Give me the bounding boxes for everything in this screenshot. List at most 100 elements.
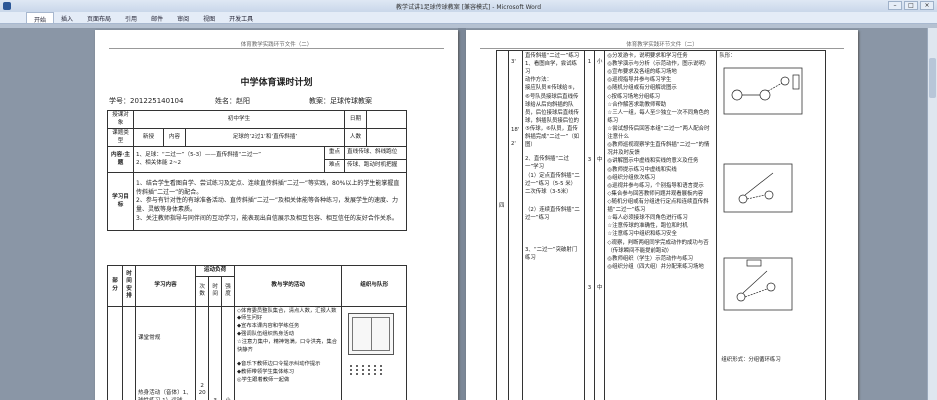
tab-developer[interactable]: 开发工具 <box>222 12 260 23</box>
header-rule <box>109 48 444 49</box>
rm-19: ☆注意练习中组织和练习安全 <box>607 231 677 238</box>
times-b: 20—30 <box>198 390 206 400</box>
study-8: （2）连续直传斜插“二过一”练习 <box>525 206 580 221</box>
object-value: 初中学生 <box>133 109 345 130</box>
num-a-2: 3 <box>587 157 592 164</box>
close-icon[interactable]: × <box>920 1 934 10</box>
r-col-method: ◎分发游卡，说明要求和学习任务 ◎教学演示与分析（示范动作，图示说明） ◎宣布要… <box>604 50 718 400</box>
header-rule-right <box>480 48 844 49</box>
rm-21: ◎教师组织（学生）示范动作与练习 <box>607 255 693 262</box>
col-study: 学习内容 <box>134 265 197 307</box>
vertical-scrollbar[interactable] <box>927 28 937 400</box>
study-warmup: 热身活动（音体）1、球性练习 1）运球跑，踩球，拉球转身 <box>137 390 192 400</box>
page-gutter <box>458 28 466 400</box>
count-label: 人数 <box>344 128 367 148</box>
time-1: 3' <box>511 59 516 65</box>
formation-dots <box>350 364 384 375</box>
tab-home[interactable]: 开始 <box>26 12 55 24</box>
study-4: 接应队员⑥传球给⑤，⑥号队员接球后直线传球给从后向斜插的队员，后位接球后直线传球… <box>525 85 580 149</box>
rm-9: ☆尝试想传后回答本组“二过一”两人配合时注意什么 <box>607 125 710 141</box>
study-5: 2、直传斜插“二过一”学习 <box>525 156 569 171</box>
org-title: 队形： <box>719 53 736 59</box>
rm-17: ☆每人必须接球不同角色进行练习 <box>607 215 688 222</box>
minimize-icon[interactable]: – <box>888 1 902 10</box>
type-label: 课题类型 <box>107 128 134 148</box>
date-label: 日期 <box>344 109 367 130</box>
right-table: 四 3' 18' 2' 直传斜插“二过一”练习 1、看图自学，尝试练习 动作方法… <box>496 50 826 400</box>
time-3: 2' <box>511 141 516 148</box>
tab-references[interactable]: 引用 <box>118 12 144 23</box>
field-diagram <box>348 312 395 355</box>
tab-page-layout[interactable]: 页面布局 <box>80 12 118 23</box>
passing-diagram-3 <box>724 257 793 311</box>
rm-15: ◇集合参与回答教师问题并观看展板内容 <box>607 190 704 197</box>
num-a-3: 3 <box>587 285 592 292</box>
rm-3: ◎宣布要求及各组的练习场地 <box>607 69 677 76</box>
tab-review[interactable]: 审阅 <box>170 12 196 23</box>
rm-11: ◎讲解图示中虚线和实线的意义及任务 <box>607 158 699 165</box>
r-col-study: 直传斜插“二过一”练习 1、看图自学，尝试练习 动作方法： 接应队员⑥传球给⑤，… <box>522 50 585 400</box>
cell-org <box>341 305 407 400</box>
num-b-3: 中 <box>597 285 603 292</box>
study-7: 二次传球（3-5米） <box>525 188 572 195</box>
document-page-left[interactable]: 体育教学实践环节文件（二） 中学体育课时计划 学号：201225140104 姓… <box>95 30 458 400</box>
doc-title: 中学体育课时计划 <box>240 78 313 88</box>
difficulty-label: 难点 <box>324 159 345 174</box>
study-6: （1）定点直传斜插“二过一”练习（5-5 米） <box>525 172 580 187</box>
activity-table: 部分 时间安排 学习内容 运动负荷 教与学的活动 组织与队形 次数 时间 强度 … <box>106 265 407 400</box>
tab-view[interactable]: 视图 <box>196 12 222 23</box>
document-page-right[interactable]: 体育教学实践环节文件（二） 四 3' 18' 2' 直传斜插“二过一”练习 1、… <box>466 30 858 400</box>
maximize-icon[interactable]: □ <box>904 1 918 10</box>
window-controls: – □ × <box>888 1 934 10</box>
main-label: 内容·主题 <box>107 146 134 174</box>
study-9: 3、“二过一”突破射门练习 <box>525 247 578 262</box>
rm-16: ◇随机分组或有分组进行定点和连续直传斜插“二过一”练习 <box>607 198 709 214</box>
rm-6: ◇按练习场地分组练习 <box>607 93 661 100</box>
page-header-right: 体育教学实践环节文件（二） <box>626 42 698 48</box>
main-topic-1: 1、足球：“二过一”（5-3）——直传斜插“二过一” <box>136 152 261 159</box>
rm-12: ◎教师提示练习中虚线和实线 <box>607 166 677 173</box>
num-b-1: 小 <box>597 59 603 65</box>
rm-5: ◎随机分组或有分组解说图示 <box>607 85 677 92</box>
col-load: 运动负荷 <box>195 265 235 277</box>
col-duration: 时间 <box>208 275 223 307</box>
student-name: 姓名：赵阳 <box>215 97 250 105</box>
goal-1: 1、结合学生看图自学、尝试练习及定点、连续直传斜插“二过一”等实践，80%以上的… <box>136 179 400 196</box>
goal-3: 3、关注教师指导与同伴间的互动学习，能表现出自信展示及相互包容、相互信任的友好合… <box>136 214 398 222</box>
cell-method: ◇体育委员整队集合，清点人数，汇报人数 ◆师生问好 ◆宣布本课内容和学练任务 ◆… <box>233 305 343 400</box>
rm-22: ◎组织分组（四大组）并分配来练习场地 <box>607 263 704 270</box>
rm-4: ◎巡视指导并参与练习学生 <box>607 77 672 84</box>
col-method: 教与学的活动 <box>233 265 343 307</box>
method-8: ◎学生跟着教师一起做 <box>236 377 290 384</box>
roman-numeral: 四 <box>499 203 505 209</box>
passing-diagram-2 <box>724 163 793 213</box>
rm-13: ◎组织分组依次练习 <box>607 174 656 181</box>
method-5: ☆注意力集中，精神饱满，口令洪亮，集合快静齐 <box>236 339 338 354</box>
key-label: 重点 <box>324 146 345 161</box>
rm-7: ☆合作解答求助教师帮助 <box>607 101 667 108</box>
date-value <box>366 109 407 130</box>
cell-time <box>122 305 136 400</box>
rm-8: ☆三人一组，每人至少独立一次不同角色的练习 <box>607 109 710 124</box>
cell-duration: 3 1 <box>208 305 223 400</box>
org-caption: 组织形式：分组循环练习 <box>721 357 781 363</box>
col-intensity: 强度 <box>221 275 235 307</box>
tab-mailings[interactable]: 邮件 <box>144 12 170 23</box>
ribbon-tabs: 开始 插入 页面布局 引用 邮件 审阅 视图 开发工具 <box>0 12 937 24</box>
cell-part <box>106 305 124 400</box>
goal-label: 学习目标 <box>107 172 134 232</box>
col-part: 部分 <box>106 265 124 307</box>
title-bar: 教学试讲1足球传球教案 [兼容模式] - Microsoft Word – □ … <box>0 0 937 12</box>
r-col-time: 3' 18' 2' <box>508 50 523 400</box>
window-title: 教学试讲1足球传球教案 [兼容模式] - Microsoft Word <box>395 4 542 11</box>
method-7: ◆教师带领学生集体练习 <box>236 369 294 376</box>
study-routine: 课堂常规 <box>137 334 161 341</box>
num-a-1: 1 <box>587 59 592 65</box>
tab-insert[interactable]: 插入 <box>54 12 80 23</box>
col-org: 组织与队形 <box>341 265 407 307</box>
r-col-times: 1 3 3 <box>584 50 595 400</box>
scrollbar-thumb[interactable] <box>929 58 936 98</box>
rm-2: ◎教学演示与分析（示范动作，图示说明） <box>607 61 710 68</box>
time-2: 18' <box>511 127 520 134</box>
main-topics: 1、足球：“二过一”（5-3）——直传斜插“二过一” 2、相关体能 2~2 <box>133 146 325 174</box>
